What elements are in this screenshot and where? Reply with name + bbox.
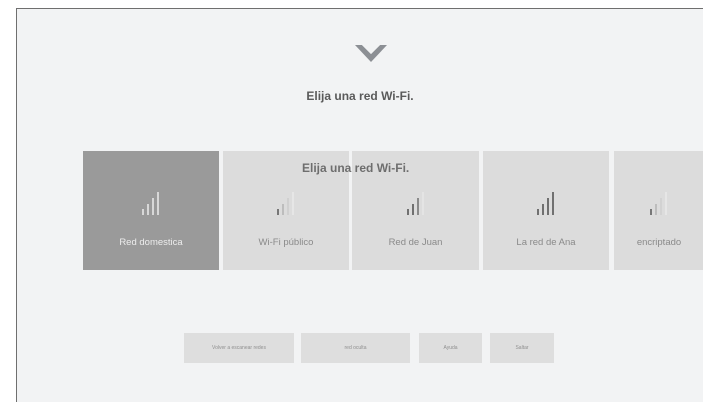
wifi-signal-icon — [277, 192, 294, 215]
page-title: Elija una red Wi-Fi. — [306, 89, 414, 103]
network-card-red-domestica[interactable]: Red domestica — [83, 151, 219, 270]
network-label: Wi-Fi público — [258, 237, 314, 248]
wifi-signal-icon — [142, 192, 159, 215]
network-label: La red de Ana — [516, 237, 576, 248]
network-card-encriptado[interactable]: encriptado — [614, 151, 703, 270]
rescan-networks-button[interactable]: Volver a escanear redes — [184, 333, 294, 363]
network-label: Red de Juan — [388, 237, 443, 248]
wifi-signal-icon — [537, 192, 554, 215]
wifi-signal-icon — [650, 192, 667, 215]
skip-button[interactable]: Saltar — [490, 333, 554, 363]
wifi-signal-icon — [406, 192, 424, 215]
network-card-la-red-de-ana[interactable]: La red de Ana — [483, 151, 609, 270]
network-label: Red domestica — [119, 237, 183, 248]
setup-screen: Elija una red Wi-Fi. Red domestica Wi-Fi… — [16, 8, 703, 402]
network-label: encriptado — [636, 237, 682, 248]
overlay-title: Elija una red Wi-Fi. — [302, 161, 410, 175]
help-button[interactable]: Ayuda — [419, 333, 482, 363]
hidden-network-button[interactable]: red oculta — [301, 333, 410, 363]
brand-chevron-logo — [355, 45, 387, 62]
